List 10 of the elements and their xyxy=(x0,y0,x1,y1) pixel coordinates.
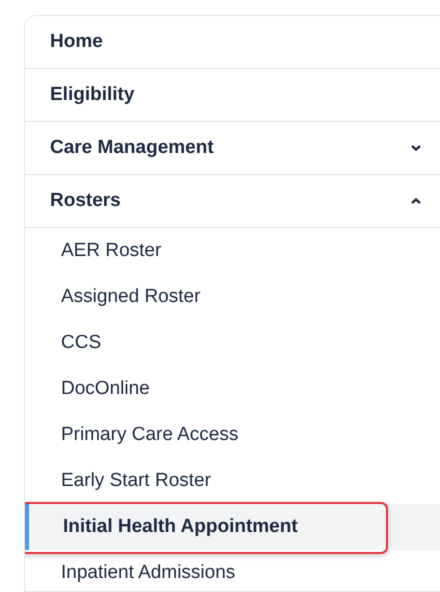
nav-item[interactable]: Home xyxy=(25,16,440,69)
submenu-item[interactable]: CCS xyxy=(25,320,440,366)
submenu-item[interactable]: Inpatient Admissions xyxy=(25,550,440,591)
chevron-down-icon[interactable] xyxy=(410,144,422,152)
chevron-up-icon[interactable] xyxy=(410,197,422,205)
submenu-item[interactable]: Primary Care Access xyxy=(25,412,440,458)
submenu-item[interactable]: Early Start Roster xyxy=(25,458,440,504)
submenu-item[interactable]: Assigned Roster xyxy=(25,274,440,320)
submenu-item[interactable]: DocOnline xyxy=(25,366,440,412)
submenu-item[interactable]: AER Roster xyxy=(25,228,440,274)
